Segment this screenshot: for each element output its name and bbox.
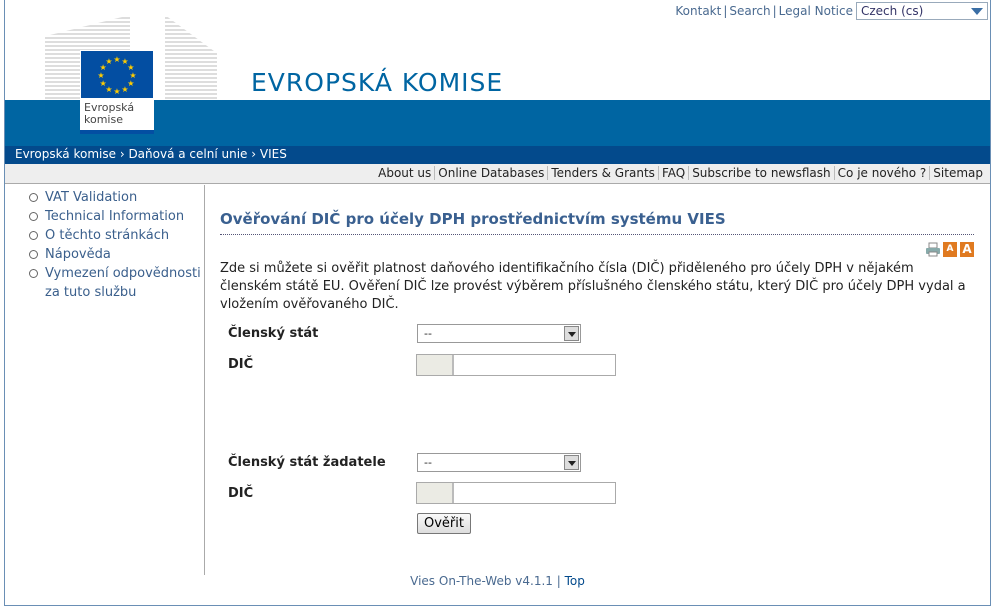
top-nav: About us Online Databases Tenders & Grants… xyxy=(5,164,990,184)
requester-vat-input[interactable] xyxy=(416,482,616,504)
breadcrumb-item[interactable]: VIES xyxy=(260,147,287,161)
breadcrumb-item[interactable]: Evropská komise xyxy=(15,147,116,161)
contact-link[interactable]: Kontakt xyxy=(675,4,721,18)
eu-flag-icon: ★ ★ ★ ★ ★ ★ ★ ★ ★ ★ ★ ★ xyxy=(80,50,154,99)
member-state-value: -- xyxy=(424,327,432,340)
requester-state-label: Členský stát žadatele xyxy=(228,455,386,470)
breadcrumb-item[interactable]: Daňová a celní unie xyxy=(128,147,247,161)
vat-label: DIČ xyxy=(228,357,254,372)
search-link[interactable]: Search xyxy=(729,4,770,18)
sidebar-item-disclaimer[interactable]: Vymezení odpovědnosti za tuto službu xyxy=(5,264,204,302)
member-state-select[interactable]: -- xyxy=(417,324,581,343)
star-icon: ★ xyxy=(105,57,112,66)
nav-faq[interactable]: FAQ xyxy=(657,166,689,180)
nav-about[interactable]: About us xyxy=(375,166,434,180)
breadcrumb: Evropská komise › Daňová a celní unie › … xyxy=(5,146,990,164)
country-prefix xyxy=(417,483,454,503)
print-icon[interactable] xyxy=(926,242,940,257)
sidebar-item-about[interactable]: O těchto stránkách xyxy=(5,226,204,245)
language-value: Czech (cs) xyxy=(861,4,924,18)
font-smaller-icon[interactable]: A xyxy=(943,242,957,257)
ec-logo[interactable]: ★ ★ ★ ★ ★ ★ ★ ★ ★ ★ ★ ★ Evropská komise xyxy=(80,50,154,134)
sidebar-item-help[interactable]: Nápověda xyxy=(5,245,204,264)
requester-state-value: -- xyxy=(424,456,432,469)
sidebar-item-vat-validation[interactable]: VAT Validation xyxy=(5,188,204,207)
star-icon: ★ xyxy=(100,79,107,88)
sidebar-item-technical-info[interactable]: Technical Information xyxy=(5,207,204,226)
vat-number-input[interactable] xyxy=(416,354,616,376)
nav-whats-new[interactable]: Co je nového ? xyxy=(833,166,930,180)
page-tools: A A xyxy=(926,242,974,257)
language-select[interactable]: Czech (cs) xyxy=(856,2,988,20)
nav-newsflash[interactable]: Subscribe to newsflash xyxy=(688,166,834,180)
nav-tenders[interactable]: Tenders & Grants xyxy=(547,166,658,180)
verify-button[interactable]: Ověřit xyxy=(417,513,471,534)
intro-text: Zde si můžete si ověřit platnost daňovéh… xyxy=(220,261,966,312)
nav-sitemap[interactable]: Sitemap xyxy=(929,166,986,180)
requester-vat-label: DIČ xyxy=(228,486,254,501)
logo-text: Evropská komise xyxy=(84,101,135,126)
requester-state-select[interactable]: -- xyxy=(417,453,581,472)
star-icon: ★ xyxy=(113,87,120,96)
chevron-down-icon xyxy=(564,455,579,470)
top-link[interactable]: Top xyxy=(565,574,585,588)
country-prefix xyxy=(417,355,454,375)
chevron-down-icon xyxy=(971,8,983,15)
logo-bar xyxy=(80,130,154,134)
page-title: Ověřování DIČ pro účely DPH prostřednict… xyxy=(220,210,974,235)
footer: Vies On-The-Web v4.1.1 | Top xyxy=(410,574,585,588)
sidebar: VAT Validation Technical Information O t… xyxy=(5,185,205,575)
star-icon: ★ xyxy=(97,71,104,80)
legal-notice-link[interactable]: Legal Notice xyxy=(779,4,853,18)
nav-databases[interactable]: Online Databases xyxy=(434,166,548,180)
star-icon: ★ xyxy=(113,55,120,64)
member-state-label: Členský stát xyxy=(228,326,319,341)
chevron-down-icon xyxy=(564,326,579,341)
top-links: Kontakt | Search | Legal Notice xyxy=(675,4,853,18)
star-icon: ★ xyxy=(121,85,128,94)
font-larger-icon[interactable]: A xyxy=(960,242,974,257)
main-content: Ověřování DIČ pro účely DPH prostřednict… xyxy=(220,210,974,312)
site-title: EVROPSKÁ KOMISE xyxy=(251,68,504,97)
version-text: Vies On-The-Web v4.1.1 xyxy=(410,574,553,588)
